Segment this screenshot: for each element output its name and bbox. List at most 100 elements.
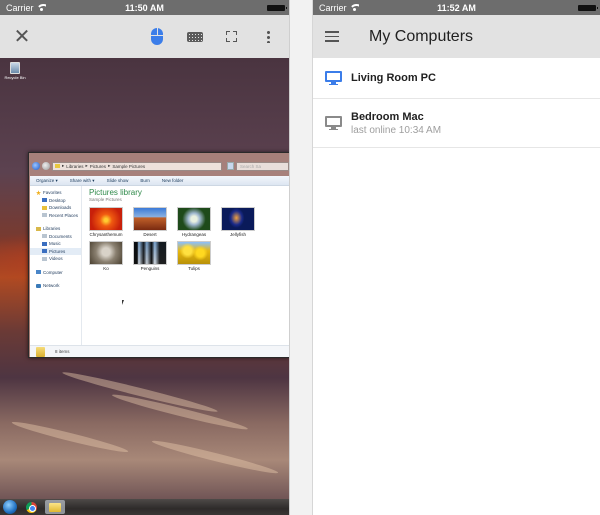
picture-item[interactable]: Penguins: [133, 241, 167, 271]
picture-item[interactable]: Jellyfish: [221, 207, 255, 237]
computer-list: Living Room PC Bedroom Mac last online 1…: [313, 58, 600, 148]
disconnect-button[interactable]: ✕: [7, 15, 37, 58]
menu-button[interactable]: [325, 15, 347, 58]
nav-item-pictures[interactable]: Pictures: [30, 247, 81, 255]
nav-group-libraries: Libraries Documents Music Pictures Video…: [30, 225, 81, 263]
breadcrumb-item[interactable]: Libraries: [66, 164, 83, 169]
computer-item-bedroom-mac[interactable]: Bedroom Mac last online 10:34 AM: [313, 99, 600, 148]
monitor-icon: [325, 115, 342, 132]
wifi-icon: [36, 4, 46, 11]
picture-thumbnail: [89, 241, 123, 265]
picture-thumbnail: [221, 207, 255, 231]
star-icon: [36, 190, 41, 196]
nav-item-libraries[interactable]: Libraries: [30, 225, 81, 233]
library-title: Pictures library: [89, 188, 142, 197]
nav-group-favorites: Favorites Desktop Downloads Recent Place…: [30, 189, 81, 219]
chrome-icon: [25, 501, 37, 513]
computer-icon: [36, 270, 41, 275]
keyboard-icon: [187, 31, 203, 42]
burn-button[interactable]: Burn: [140, 178, 150, 183]
nav-item-computer[interactable]: Computer: [30, 269, 81, 277]
organize-button[interactable]: Organize ▾: [36, 178, 58, 184]
downloads-icon: [42, 205, 47, 210]
hamburger-menu-icon: [325, 31, 339, 33]
nav-group-network: Network: [30, 282, 81, 290]
fullscreen-icon: [225, 31, 237, 42]
picture-thumbnail: [133, 207, 167, 231]
fullscreen-button[interactable]: [216, 15, 246, 58]
mouse-cursor-icon: [122, 300, 124, 305]
carrier-label: Carrier: [319, 2, 347, 13]
computer-name: Bedroom Mac: [351, 110, 424, 123]
picture-item[interactable]: Tulips: [177, 241, 211, 271]
picture-thumbnail: [133, 241, 167, 265]
file-view: Pictures library Sample Pictures Chrysan…: [82, 186, 289, 345]
explorer-search-input[interactable]: Search Sa: [236, 161, 289, 171]
picture-item[interactable]: Chrysanthemum: [89, 207, 123, 237]
explorer-command-bar: Organize ▾ Share with ▾ Slide show Burn …: [30, 176, 289, 186]
picture-grid: Chrysanthemum Desert Hydrangeas Jellyfis…: [89, 207, 289, 271]
explorer-folder-icon: [49, 502, 61, 512]
carrier-label: Carrier: [6, 2, 34, 13]
nav-item-documents[interactable]: Documents: [30, 233, 81, 241]
picture-item[interactable]: Ko: [89, 241, 123, 271]
back-button[interactable]: [32, 162, 40, 170]
nav-item-desktop[interactable]: Desktop: [30, 197, 81, 205]
nav-item-recent-places[interactable]: Recent Places: [30, 212, 81, 220]
breadcrumb-item[interactable]: Sample Pictures: [112, 164, 145, 169]
status-bar: Carrier 11:52 AM: [313, 0, 600, 15]
session-toolbar: ✕: [0, 15, 289, 58]
library-subtitle: Sample Pictures: [89, 197, 122, 202]
my-computers-screen: Carrier 11:52 AM My Computers Living Roo…: [312, 0, 600, 515]
navigation-pane: Favorites Desktop Downloads Recent Place…: [30, 186, 82, 345]
recycle-bin-label: Recycle Bin: [4, 75, 26, 80]
share-with-button[interactable]: Share with ▾: [70, 178, 95, 184]
slide-show-button[interactable]: Slide show: [107, 178, 129, 183]
explorer-address-row: ▸ Libraries ▸ Pictures ▸ Sample Pictures…: [29, 160, 289, 172]
app-header: My Computers: [313, 15, 600, 58]
status-bar: Carrier 11:50 AM: [0, 0, 289, 15]
windows-explorer-window: ▸ Libraries ▸ Pictures ▸ Sample Pictures…: [28, 152, 289, 358]
address-bar[interactable]: ▸ Libraries ▸ Pictures ▸ Sample Pictures: [52, 161, 222, 171]
network-icon: [36, 283, 41, 288]
library-folder-icon: [36, 346, 45, 357]
libraries-icon: [36, 226, 41, 231]
nav-item-network[interactable]: Network: [30, 282, 81, 290]
refresh-button[interactable]: [227, 162, 234, 170]
battery-icon: [267, 4, 287, 11]
breadcrumb-item[interactable]: Pictures: [90, 164, 106, 169]
remote-desktop-view[interactable]: Recycle Bin ▸ Libraries ▸ Pictures ▸ Sam…: [0, 58, 289, 515]
app-screenshots: Carrier 11:50 AM ✕ Recycle Bin ▸ Librari…: [0, 0, 600, 515]
close-icon: ✕: [13, 25, 31, 48]
computer-status: last online 10:34 AM: [351, 124, 442, 136]
more-options-button[interactable]: [253, 15, 283, 58]
keyboard-button[interactable]: [180, 15, 210, 58]
nav-item-videos[interactable]: Videos: [30, 255, 81, 263]
picture-thumbnail: [89, 207, 123, 231]
nav-item-music[interactable]: Music: [30, 240, 81, 248]
nav-item-favorites[interactable]: Favorites: [30, 189, 81, 197]
mouse-icon: [151, 28, 163, 45]
taskbar-explorer[interactable]: [45, 500, 65, 514]
taskbar-chrome[interactable]: [21, 500, 41, 514]
mouse-mode-button[interactable]: [142, 15, 172, 58]
new-folder-button[interactable]: New folder: [162, 178, 184, 183]
recent-places-icon: [42, 213, 47, 218]
explorer-status-bar: 8 items: [30, 345, 289, 357]
item-count: 8 items: [55, 349, 70, 354]
picture-item[interactable]: Desert: [133, 207, 167, 237]
folder-icon: [55, 164, 60, 168]
battery-icon: [578, 4, 598, 11]
start-button[interactable]: [3, 500, 17, 514]
windows-taskbar: [0, 499, 289, 515]
recycle-bin-shortcut[interactable]: Recycle Bin: [4, 62, 26, 80]
documents-icon: [42, 234, 47, 239]
nav-group-computer: Computer: [30, 269, 81, 277]
nav-item-downloads[interactable]: Downloads: [30, 204, 81, 212]
computer-item-living-room-pc[interactable]: Living Room PC: [313, 58, 600, 99]
forward-button[interactable]: [42, 162, 50, 170]
more-vertical-icon: [266, 30, 270, 43]
picture-item[interactable]: Hydrangeas: [177, 207, 211, 237]
remote-session-screen: Carrier 11:50 AM ✕ Recycle Bin ▸ Librari…: [0, 0, 290, 515]
picture-thumbnail: [177, 207, 211, 231]
